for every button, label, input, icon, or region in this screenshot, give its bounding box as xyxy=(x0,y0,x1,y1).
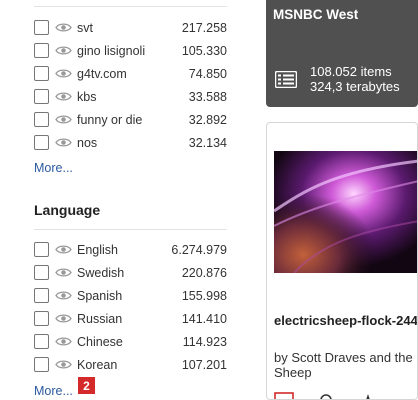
collection-stats: 108.052 items 324,3 terabytes xyxy=(310,64,400,94)
facet-item-korean[interactable]: Korean 107.201 xyxy=(34,353,227,376)
eye-icon[interactable] xyxy=(55,45,72,56)
facet-count: 107.201 xyxy=(181,357,227,372)
item-card[interactable]: electricsheep-flock-244-27500-6 by Scott… xyxy=(266,122,418,400)
eye-icon[interactable] xyxy=(55,290,72,301)
facet-count: 220.876 xyxy=(181,265,227,280)
facet-item-nos[interactable]: nos 32.134 xyxy=(34,131,227,154)
collection-title[interactable]: MSNBC West xyxy=(273,7,358,22)
facet-label: Russian xyxy=(77,311,123,326)
checkbox[interactable] xyxy=(34,112,49,127)
eye-icon[interactable] xyxy=(55,313,72,324)
facet-count: 217.258 xyxy=(181,20,227,35)
collection-size: 324,3 terabytes xyxy=(310,79,400,94)
facet-label: nos xyxy=(77,135,98,150)
divider xyxy=(34,229,227,230)
checkbox[interactable] xyxy=(34,334,49,349)
facet-count: 6.274.979 xyxy=(171,242,227,257)
facet-item-g4tv[interactable]: g4tv.com 74.850 xyxy=(34,62,227,85)
language-more-link[interactable]: More... xyxy=(34,384,73,398)
facet-item-spanish[interactable]: Spanish 155.998 xyxy=(34,284,227,307)
facet-item-chinese[interactable]: Chinese 114.923 xyxy=(34,330,227,353)
eye-icon[interactable] xyxy=(55,22,72,33)
facet-label: Korean xyxy=(77,357,118,372)
facet-label: gino lisignoli xyxy=(77,43,146,58)
facet-label: funny or die xyxy=(77,112,143,127)
list-icon xyxy=(274,70,298,89)
facet-count: 74.850 xyxy=(188,66,227,81)
item-title[interactable]: electricsheep-flock-244-27500-6 xyxy=(274,313,417,328)
facet-item-swedish[interactable]: Swedish 220.876 xyxy=(34,261,227,284)
facet-label: svt xyxy=(77,20,93,35)
facet-item-gino-lisignoli[interactable]: gino lisignoli 105.330 xyxy=(34,39,227,62)
facet-label: English xyxy=(77,242,118,257)
facet-count: 32.892 xyxy=(188,112,227,127)
facet-sidebar: svt 217.258 gino lisignoli 105.330 g4tv.… xyxy=(0,0,250,400)
checkbox[interactable] xyxy=(34,20,49,35)
eye-icon[interactable] xyxy=(55,114,72,125)
annotation-badge: 2 xyxy=(78,377,95,394)
checkbox[interactable] xyxy=(34,265,49,280)
facet-label: Chinese xyxy=(77,334,123,349)
eye-icon[interactable] xyxy=(55,91,72,102)
eye-icon[interactable] xyxy=(55,336,72,347)
collection-item-count: 108.052 items xyxy=(310,64,392,79)
facet-item-svt[interactable]: svt 217.258 xyxy=(34,16,227,39)
checkbox[interactable] xyxy=(34,66,49,81)
divider xyxy=(34,6,227,7)
item-meta-icons xyxy=(274,392,378,399)
eye-icon[interactable] xyxy=(55,267,72,278)
facet-count: 155.998 xyxy=(181,288,227,303)
language-heading: Language xyxy=(34,202,101,218)
facet-count: 33.588 xyxy=(188,89,227,104)
checkbox[interactable] xyxy=(34,357,49,372)
favorite-star-icon xyxy=(358,392,378,399)
views-icon xyxy=(316,392,336,399)
facet-item-russian[interactable]: Russian 141.410 xyxy=(34,307,227,330)
facet-count: 32.134 xyxy=(188,135,227,150)
item-thumbnail[interactable] xyxy=(274,151,417,273)
eye-icon[interactable] xyxy=(55,359,72,370)
facet-count: 141.410 xyxy=(181,311,227,326)
checkbox[interactable] xyxy=(34,89,49,104)
collection-card[interactable]: MSNBC West 108.052 items 324,3 terabytes xyxy=(266,0,418,107)
facet-label: g4tv.com xyxy=(77,66,127,81)
facet-label: kbs xyxy=(77,89,97,104)
checkbox[interactable] xyxy=(34,311,49,326)
eye-icon[interactable] xyxy=(55,137,72,148)
item-creator: by Scott Draves and the Electric Sheep xyxy=(274,350,417,380)
facet-count: 105.330 xyxy=(181,43,227,58)
checkbox[interactable] xyxy=(34,135,49,150)
facet-item-kbs[interactable]: kbs 33.588 xyxy=(34,85,227,108)
facet-count: 114.923 xyxy=(182,334,227,349)
facet-label: Swedish xyxy=(77,265,125,280)
checkbox[interactable] xyxy=(34,242,49,257)
eye-icon[interactable] xyxy=(55,68,72,79)
creator-more-link[interactable]: More... xyxy=(34,161,73,175)
checkbox[interactable] xyxy=(34,288,49,303)
eye-icon[interactable] xyxy=(55,244,72,255)
facet-item-english[interactable]: English 6.274.979 xyxy=(34,238,227,261)
facet-item-funny-or-die[interactable]: funny or die 32.892 xyxy=(34,108,227,131)
facet-label: Spanish xyxy=(77,288,123,303)
checkbox[interactable] xyxy=(34,43,49,58)
movies-icon xyxy=(274,392,294,399)
